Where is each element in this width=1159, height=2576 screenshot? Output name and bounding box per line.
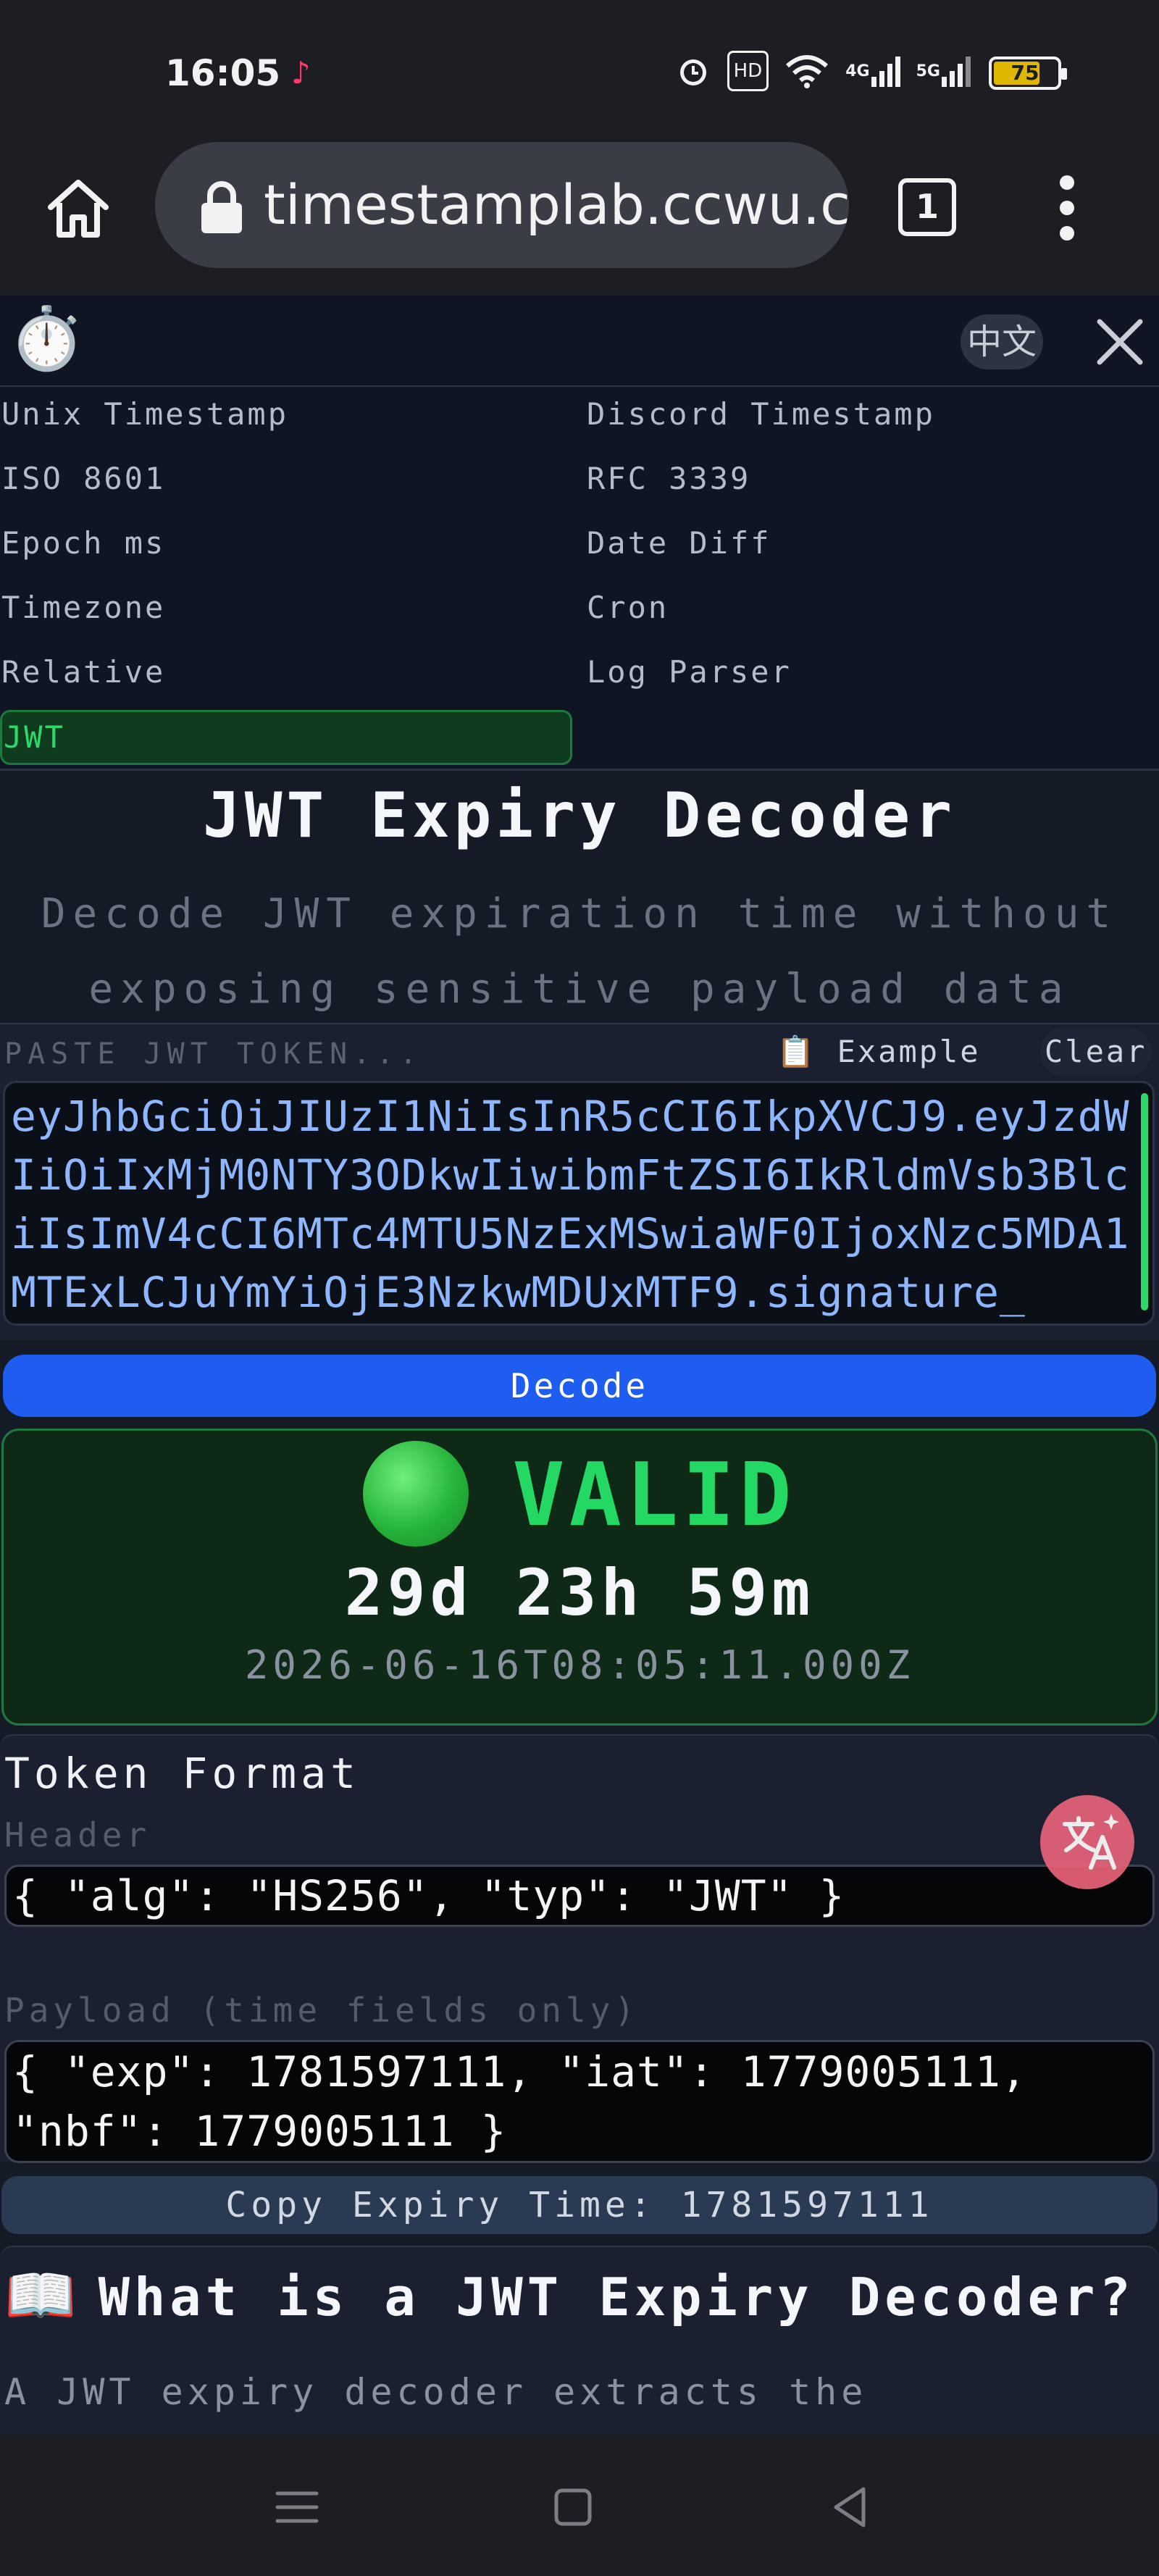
status-line: VALID xyxy=(4,1441,1155,1554)
nav-item-unix-timestamp[interactable]: Unix Timestamp xyxy=(1,387,288,442)
book-icon: 📖 xyxy=(4,2262,81,2329)
result-card: VALID 29d 23h 59m 2026-06-16T08:05:11.00… xyxy=(1,1429,1158,1726)
nav-item-cron[interactable]: Cron xyxy=(587,580,669,635)
token-textarea[interactable]: eyJhbGciOiJIUzI1NiIsInR5cCI6IkpXVCJ9.eyJ… xyxy=(3,1081,1155,1326)
menu-nav-icon[interactable] xyxy=(272,2482,322,2533)
token-format-title: Token Format xyxy=(4,1749,361,1798)
about-paragraph: A JWT expiry decoder extracts the xyxy=(4,2371,868,2413)
about-section: 📖 What is a JWT Expiry Decoder? A JWT exp… xyxy=(0,2246,1159,2434)
home-icon[interactable] xyxy=(42,172,114,245)
status-badge: VALID xyxy=(512,1445,796,1546)
nav-item-timezone[interactable]: Timezone xyxy=(1,580,165,635)
nav-item-relative[interactable]: Relative xyxy=(1,645,165,700)
copy-expiry-button[interactable]: Copy Expiry Time: 1781597111 xyxy=(1,2176,1158,2234)
close-icon[interactable] xyxy=(1094,316,1146,368)
nav-item-log-parser[interactable]: Log Parser xyxy=(587,645,792,700)
lock-icon xyxy=(198,180,245,235)
translate-icon[interactable] xyxy=(1040,1795,1134,1889)
app-header: ⏱️ 中文 xyxy=(0,296,1159,387)
nav-item-jwt[interactable]: JWT xyxy=(0,710,572,765)
nav-item-discord-timestamp[interactable]: Discord Timestamp xyxy=(587,387,935,442)
status-bar: 16:05 ♪ HD 4G 5G 75 xyxy=(0,0,1159,138)
page-title: JWT Expiry Decoder xyxy=(203,779,956,852)
about-title-row: 📖 What is a JWT Expiry Decoder? xyxy=(4,2262,1135,2330)
payload-label: Payload (time fields only) xyxy=(4,1991,640,2030)
token-format-panel: Token Format Header { "alg": "HS256", "t… xyxy=(0,1734,1159,2163)
expiry-datetime: 2026-06-16T08:05:11.000Z xyxy=(244,1642,915,1688)
tabs-icon[interactable]: 1 xyxy=(898,178,956,236)
nav-item-iso-8601[interactable]: ISO 8601 xyxy=(1,451,165,506)
hd-icon: HD xyxy=(727,51,769,91)
alarm-icon xyxy=(675,51,711,91)
browser-toolbar: timestamplab.ccwu.cc 1 xyxy=(0,138,1159,296)
language-button[interactable]: 中文 xyxy=(961,314,1043,369)
page-subtitle: Decode JWT expiration time without expos… xyxy=(41,890,1118,1013)
menu-icon[interactable] xyxy=(1049,175,1085,241)
nav-item-date-diff[interactable]: Date Diff xyxy=(587,516,771,571)
header-code: { "alg": "HS256", "typ": "JWT" } xyxy=(4,1865,1155,1927)
status-icons: HD 4G 5G xyxy=(675,51,971,91)
battery-nub xyxy=(1061,68,1067,80)
battery-percent: 75 xyxy=(1011,61,1039,85)
tool-nav: Unix Timestamp ISO 8601 Epoch ms Timezon… xyxy=(0,387,1159,771)
stopwatch-icon[interactable]: ⏱️ xyxy=(9,303,85,375)
address-bar[interactable]: timestamplab.ccwu.cc xyxy=(155,142,849,268)
header-label: Header xyxy=(4,1815,151,1854)
token-value: eyJhbGciOiJIUzI1NiIsInR5cCI6IkpXVCJ9.eyJ… xyxy=(11,1092,1130,1317)
system-nav-bar xyxy=(0,2434,1159,2576)
url-text: timestamplab.ccwu.cc xyxy=(264,172,849,237)
back-nav-icon[interactable] xyxy=(826,2482,876,2533)
nav-item-epoch-ms[interactable]: Epoch ms xyxy=(1,516,165,571)
nav-item-rfc-3339[interactable]: RFC 3339 xyxy=(587,451,750,506)
signal-4g-icon: 4G xyxy=(845,51,900,91)
example-button[interactable]: 📋 Example xyxy=(777,1029,981,1075)
decode-button[interactable]: Decode xyxy=(3,1355,1156,1417)
token-scrollbar[interactable] xyxy=(1141,1093,1148,1310)
battery-icon: 75 xyxy=(989,57,1067,90)
time-remaining: 29d 23h 59m xyxy=(344,1555,815,1630)
signal-5g-label: 5G xyxy=(916,62,940,80)
signal-4g-label: 4G xyxy=(845,62,870,80)
wifi-icon xyxy=(784,51,829,91)
home-nav-icon[interactable] xyxy=(548,2482,598,2533)
tiktok-icon: ♪ xyxy=(291,55,311,91)
clear-button[interactable]: Clear xyxy=(1040,1029,1152,1075)
status-time: 16:05 xyxy=(165,52,281,94)
token-input-panel: PASTE JWT TOKEN... 📋 Example Clear eyJhb… xyxy=(0,1023,1159,1340)
payload-code: { "exp": 1781597111, "iat": 1779005111, … xyxy=(4,2040,1155,2163)
signal-5g-icon: 5G xyxy=(916,51,971,91)
green-circle-icon xyxy=(363,1441,469,1547)
token-input-label: PASTE JWT TOKEN... xyxy=(4,1037,423,1071)
about-title: What is a JWT Expiry Decoder? xyxy=(98,2267,1135,2328)
